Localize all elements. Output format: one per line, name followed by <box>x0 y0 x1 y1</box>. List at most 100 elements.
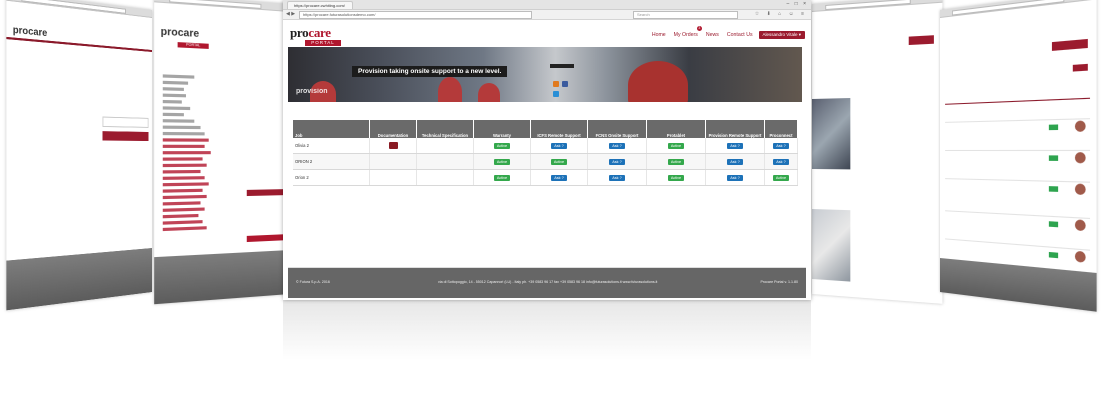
orders-count-badge: 3 <box>696 26 702 31</box>
search-field[interactable] <box>550 64 574 68</box>
login-button[interactable] <box>102 131 149 141</box>
logo-wordmark: procare <box>290 25 331 40</box>
browser-bar <box>812 0 943 12</box>
col-icfs-remote-support: ICFS Remote Support <box>530 120 588 138</box>
list-item[interactable] <box>945 149 1091 167</box>
icfs-cell: Ask ? <box>530 138 588 154</box>
icfs-cell: Ask ? <box>530 169 588 186</box>
documentation-cell <box>369 153 417 170</box>
active-badge <box>1048 221 1059 228</box>
protablet-active-button[interactable]: Active <box>667 142 685 149</box>
nav-news[interactable]: News <box>706 32 719 38</box>
procare-logo: procare <box>12 23 48 39</box>
col-warranty: Warranty <box>473 120 531 138</box>
user-menu-button[interactable] <box>908 35 934 46</box>
footer-copyright: © Futura S.p.A. 2016 <box>296 280 330 284</box>
logo-suffix: care <box>308 25 331 40</box>
provision-ask-button[interactable]: Ask ? <box>727 174 743 181</box>
documentation-cell <box>369 169 417 186</box>
footer <box>6 248 153 311</box>
list-item[interactable] <box>945 178 1091 199</box>
nav-contact-us[interactable]: Contact Us <box>727 32 753 38</box>
url-input[interactable]: https://procare.futurasolutionsdemo.com/ <box>299 11 532 19</box>
provision-cell: Ask ? <box>705 153 765 170</box>
browser-toolbar: ◀ ▶ https://procare.futurasolutionsdemo.… <box>283 10 811 20</box>
icfs-ask-button[interactable]: Ask ? <box>551 142 567 149</box>
protablet-active-button[interactable]: Active <box>667 158 685 165</box>
background-screen-right-inner <box>812 0 943 304</box>
icfs-active-button[interactable]: Active <box>550 158 568 165</box>
window-controls[interactable]: – □ × <box>787 1 809 7</box>
header-rule <box>6 36 153 52</box>
user-menu-button[interactable] <box>1051 38 1088 51</box>
footer-address: via di Sottopoggio, 14 - 55012 Capannori… <box>438 280 658 284</box>
user-menu-button[interactable]: Alessandro Vitale ▾ <box>758 31 805 39</box>
warranty-active-button[interactable]: Active <box>493 142 511 149</box>
technician-figure <box>438 77 462 102</box>
avatar <box>1074 183 1086 196</box>
file-row-selected[interactable] <box>246 234 286 243</box>
background-screen-left-inner: procare PORTAL <box>154 0 290 305</box>
proconnect-active-button[interactable]: Active <box>772 174 790 181</box>
technical-specification-cell <box>416 153 474 170</box>
fcns-cell: Ask ? <box>587 153 647 170</box>
toolbar-icons[interactable]: ☆ ⬇ ⌂ ☺ ≡ <box>755 11 807 17</box>
social-icon[interactable] <box>553 81 559 87</box>
social-icon[interactable] <box>562 81 568 87</box>
logo-prefix: pro <box>290 25 309 40</box>
cabinet-photo <box>812 209 851 282</box>
browser-tab[interactable]: https://procare.cwhiting.com/ <box>287 1 353 9</box>
file-list-header <box>246 189 286 197</box>
background-screen-right-outer <box>940 0 1097 312</box>
technical-specification-cell <box>416 138 474 154</box>
jobs-table: Job Documentation Technical Specificatio… <box>293 120 798 186</box>
warranty-cell: Active <box>473 169 531 186</box>
fcns-ask-button[interactable]: Ask ? <box>609 158 625 165</box>
protablet-active-button[interactable]: Active <box>667 174 685 181</box>
fcns-ask-button[interactable]: Ask ? <box>609 142 625 149</box>
warranty-active-button[interactable]: Active <box>493 158 511 165</box>
background-screen-left-outer: procare <box>6 0 153 311</box>
action-button[interactable] <box>1072 63 1088 72</box>
document-icon[interactable] <box>388 141 398 149</box>
nav-my-orders[interactable]: My Orders 3 <box>674 26 702 38</box>
proconnect-ask-button[interactable]: Ask ? <box>773 158 789 165</box>
active-badge <box>1048 186 1059 192</box>
login-field[interactable] <box>102 116 149 128</box>
tab-strip: https://procare.cwhiting.com/ – □ × <box>283 0 811 10</box>
warranty-cell: Active <box>473 153 531 170</box>
fcns-ask-button[interactable]: Ask ? <box>609 174 625 181</box>
technical-specification-cell <box>416 169 474 186</box>
nav-home[interactable]: Home <box>652 32 666 38</box>
proconnect-cell: Ask ? <box>764 153 798 170</box>
protablet-cell: Active <box>646 169 706 186</box>
procare-logo[interactable]: procare PORTAL <box>290 24 341 46</box>
table-row: Orion 2 Active Ask ? Ask ? Active Ask ? … <box>293 169 798 186</box>
screen-reflection <box>283 300 811 360</box>
warranty-active-button[interactable]: Active <box>493 174 511 181</box>
table-header-row: Job Documentation Technical Specificatio… <box>293 120 798 138</box>
browser-bar <box>940 0 1097 18</box>
address-bar <box>825 0 911 11</box>
site-footer: © Futura S.p.A. 2016 via di Sottopoggio,… <box>288 267 806 298</box>
icfs-ask-button[interactable]: Ask ? <box>551 174 567 181</box>
provision-ask-button[interactable]: Ask ? <box>727 142 743 149</box>
technician-figure <box>628 61 688 102</box>
provision-ask-button[interactable]: Ask ? <box>727 158 743 165</box>
col-job: Job <box>293 120 370 138</box>
col-proconnect: Proconnect <box>764 120 798 138</box>
list-item[interactable] <box>945 118 1091 137</box>
avatar <box>1074 219 1086 232</box>
job-name[interactable]: Olivia 2 <box>293 138 370 154</box>
list-item[interactable] <box>945 210 1091 235</box>
banner-tagline: Provision taking onsite support to a new… <box>352 66 508 77</box>
back-forward-icon[interactable]: ◀ ▶ <box>286 11 295 17</box>
proconnect-ask-button[interactable]: Ask ? <box>773 142 789 149</box>
provision-cell: Ask ? <box>705 169 765 186</box>
job-name[interactable]: Orion 2 <box>293 169 370 186</box>
search-input[interactable]: Search <box>633 11 738 19</box>
fcns-cell: Ask ? <box>587 169 647 186</box>
job-name[interactable]: ORION 2 <box>293 153 370 170</box>
social-icon[interactable] <box>553 91 559 97</box>
site-header: procare PORTAL Home My Orders 3 News Cont… <box>283 20 811 47</box>
